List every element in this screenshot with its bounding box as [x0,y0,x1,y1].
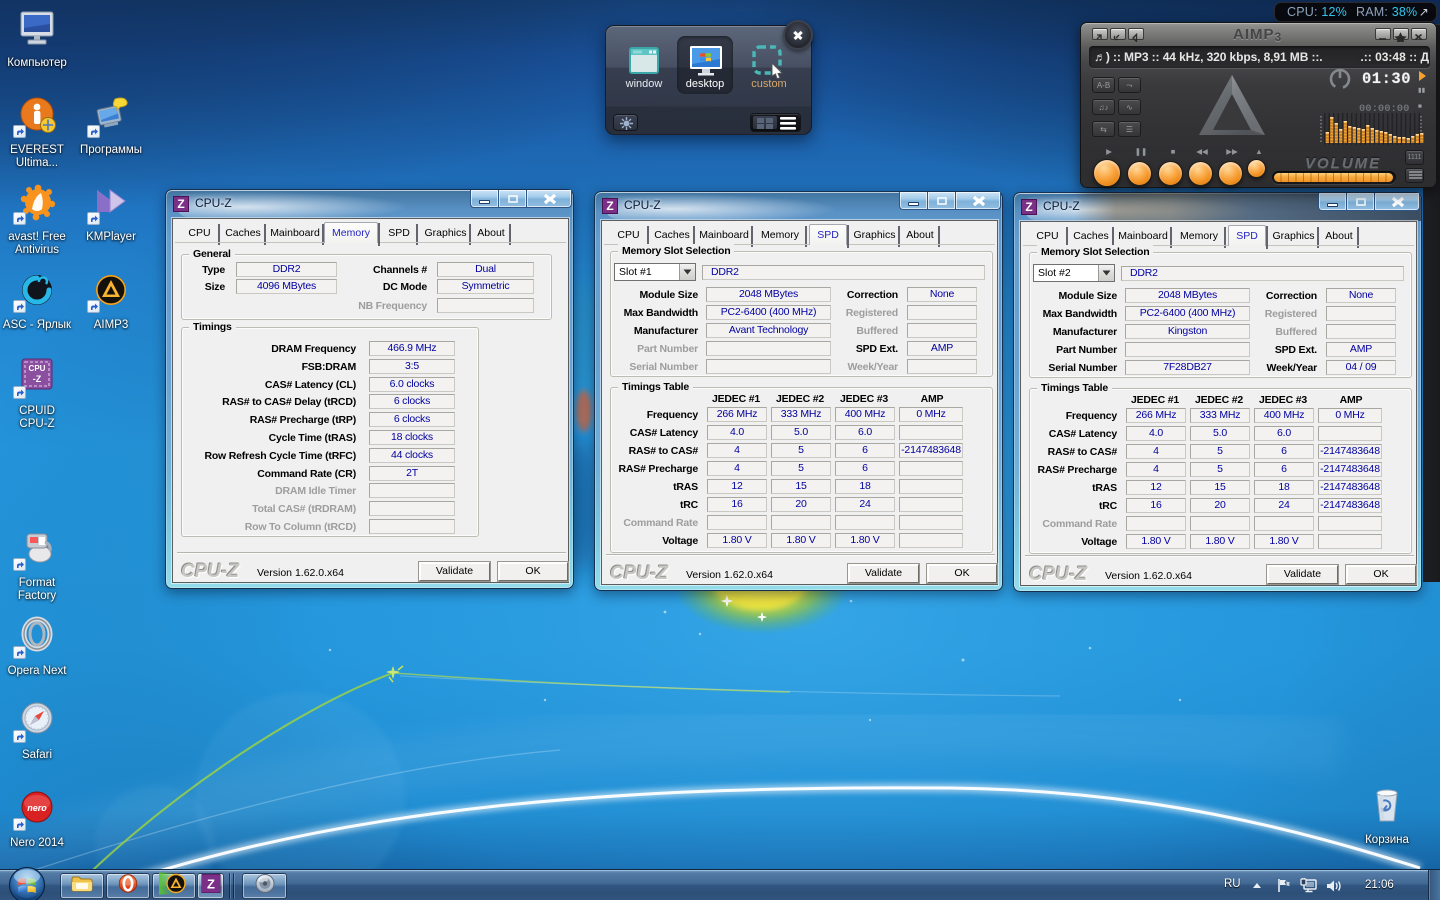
svg-text:-Z: -Z [33,374,42,384]
svg-text:nero: nero [27,803,47,813]
svg-text:Z: Z [207,877,215,892]
svg-text:CPU: CPU [29,364,46,373]
